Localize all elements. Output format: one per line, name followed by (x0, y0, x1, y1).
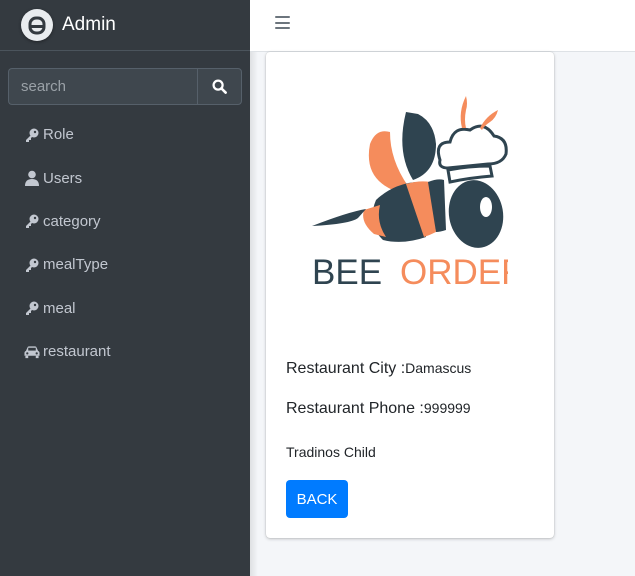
phone-label: Restaurant Phone : (286, 400, 424, 417)
key-icon (24, 300, 40, 316)
search-input[interactable] (8, 68, 197, 105)
sidebar-item-label: mealType (43, 256, 109, 274)
sidebar-search (8, 68, 242, 105)
logo-text-order: ORDER (400, 253, 508, 292)
menu-toggle-icon[interactable] (275, 16, 290, 30)
sidebar-shadow (250, 52, 258, 576)
sidebar-item-meal[interactable]: meal (0, 287, 250, 330)
sidebar: Admin Role Users category (0, 0, 250, 576)
restaurant-phone: Restaurant Phone :999999 (286, 400, 471, 418)
restaurant-card: BEE ORDER Restaurant City :Damascus Rest… (266, 52, 554, 538)
restaurant-logo: BEE ORDER (312, 96, 508, 292)
logo-text-bee: BEE (312, 253, 382, 292)
search-button[interactable] (197, 68, 242, 105)
back-button[interactable]: BACK (286, 480, 348, 518)
brand-logo-icon (21, 9, 53, 41)
car-icon (24, 344, 40, 360)
restaurant-company: Tradinos Child (286, 444, 376, 460)
city-label: Restaurant City : (286, 360, 406, 377)
top-navbar (250, 0, 635, 52)
sidebar-item-restaurant[interactable]: restaurant (0, 330, 250, 373)
brand-link[interactable]: Admin (0, 0, 250, 51)
user-icon (24, 170, 40, 187)
key-icon (24, 213, 40, 229)
phone-value: 999999 (423, 400, 471, 416)
sidebar-nav: Role Users category mealType meal restau… (0, 113, 250, 373)
brand-title: Admin (62, 14, 116, 35)
restaurant-city: Restaurant City :Damascus (286, 360, 471, 378)
sidebar-item-label: Role (43, 126, 74, 144)
sidebar-item-role[interactable]: Role (0, 113, 250, 156)
sidebar-item-label: category (43, 212, 101, 230)
sidebar-item-label: Users (43, 169, 83, 187)
sidebar-item-label: restaurant (43, 343, 111, 361)
search-icon (212, 79, 227, 94)
sidebar-item-category[interactable]: category (0, 200, 250, 243)
sidebar-item-users[interactable]: Users (0, 156, 250, 199)
sidebar-item-label: meal (43, 299, 76, 317)
sidebar-item-mealtype[interactable]: mealType (0, 243, 250, 286)
key-icon (24, 127, 40, 143)
key-icon (24, 257, 40, 273)
city-value: Damascus (405, 360, 472, 376)
